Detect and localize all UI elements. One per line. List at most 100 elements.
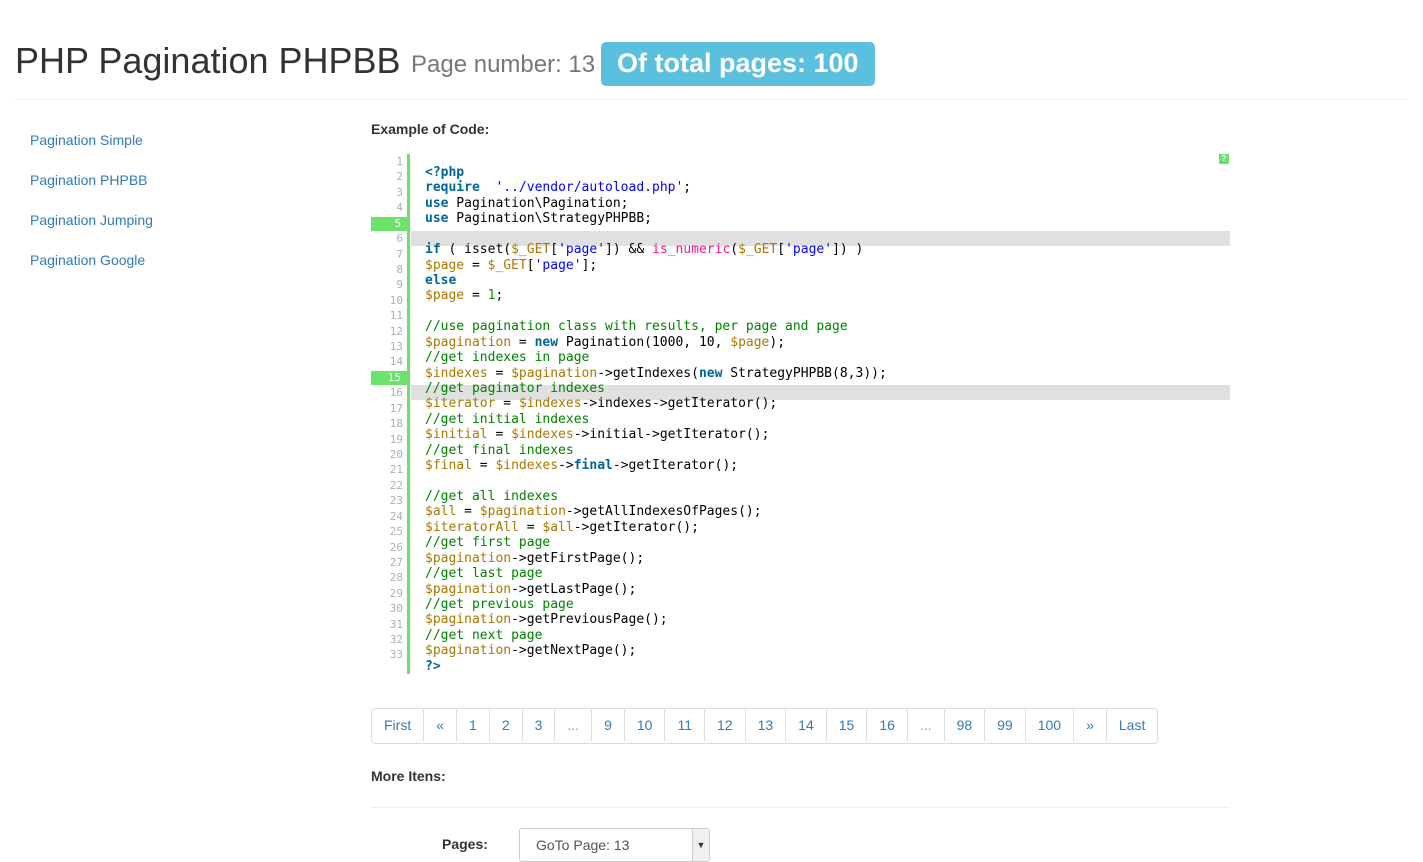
prev-page-link[interactable]: « [423, 709, 456, 741]
code-token: '../vendor/autoload.php' [495, 180, 684, 196]
line-number: 32 [389, 633, 403, 647]
code-token: = [518, 519, 543, 535]
code-token: $_GET [738, 242, 778, 258]
code-line: //get previous page [425, 597, 574, 612]
code-token: = [487, 365, 512, 381]
code-token: ]; [581, 257, 598, 273]
line-number: 5 [371, 216, 407, 231]
line-number: 18 [389, 417, 403, 431]
line-number: 17 [389, 401, 403, 415]
code-token: ->getIterator(); [573, 519, 699, 535]
code-token: ->getAllIndexesOfPages(); [565, 504, 762, 520]
line-number: 4 [396, 201, 403, 215]
code-token: //get previous page [425, 597, 574, 613]
code-token: new [534, 334, 559, 350]
next-page-link[interactable]: » [1073, 709, 1106, 741]
line-number: 22 [389, 478, 403, 492]
line-number: 13 [389, 340, 403, 354]
code-token: $iteratorAll [425, 519, 519, 535]
code-token: <?php [425, 165, 465, 180]
code-token: $page [425, 288, 465, 304]
code-line: //get indexes in page [425, 350, 589, 365]
goto-page-select[interactable]: GoTo Page: 13 ▼ [519, 828, 710, 862]
code-token: = [464, 288, 488, 304]
line-number: 23 [389, 494, 403, 508]
code-line: else [425, 273, 456, 288]
code-token: ->getNextPage(); [511, 643, 637, 659]
code-token: ; [683, 180, 692, 196]
line-number: 27 [389, 555, 403, 569]
line-number: 33 [389, 648, 403, 662]
code-token: require [425, 180, 480, 196]
code-line: ?> [425, 659, 441, 674]
help-icon[interactable]: ? [1219, 154, 1229, 164]
code-line: //get first page [425, 535, 550, 550]
gutter-divider [407, 154, 410, 674]
code-token: //get next page [425, 627, 543, 643]
code-token: $_GET [487, 257, 527, 273]
code-token: $final [425, 458, 472, 474]
page-link-11[interactable]: 11 [664, 709, 704, 741]
code-token: StrategyPHPBB(8,3)); [722, 365, 887, 381]
code-token: [ [550, 242, 559, 258]
code-token: $indexes [425, 365, 488, 381]
code-line: $pagination->getFirstPage(); [425, 551, 644, 566]
sidebar-item-pagination-phpbb[interactable]: Pagination PHPBB [30, 160, 330, 200]
page-link-16[interactable]: 16 [866, 709, 907, 741]
code-token: $initial [425, 427, 488, 443]
line-number: 14 [389, 355, 403, 369]
code-token: //get initial indexes [425, 411, 590, 427]
page-link-99[interactable]: 99 [984, 709, 1025, 741]
code-token: $pagination [425, 581, 512, 597]
page-link-1[interactable]: 1 [456, 709, 489, 741]
line-number: 19 [389, 432, 403, 446]
line-number: 21 [389, 463, 403, 477]
code-line: $pagination->getLastPage(); [425, 582, 636, 597]
code-token: ( [730, 242, 739, 258]
line-number: 10 [389, 293, 403, 307]
code-token: [ [777, 242, 786, 258]
page-header: PHP Pagination PHPBB Page number: 13 Of … [15, 36, 1408, 100]
code-token: = [464, 257, 488, 273]
line-number: 28 [389, 571, 403, 585]
page-link-10[interactable]: 10 [623, 709, 665, 741]
code-line: //get next page [425, 628, 542, 643]
page-link-2[interactable]: 2 [488, 709, 522, 741]
code-token: if [425, 242, 441, 258]
sidebar-item-pagination-google[interactable]: Pagination Google [30, 240, 330, 280]
page-link-3[interactable]: 3 [521, 709, 555, 741]
code-token: use [425, 195, 449, 211]
goto-page-selected-value: GoTo Page: 13 [536, 837, 630, 853]
code-line: use Pagination\StrategyPHPBB; [425, 211, 652, 226]
line-number: 9 [396, 278, 403, 292]
code-token: $_GET [511, 242, 551, 258]
sidebar-item-pagination-jumping[interactable]: Pagination Jumping [30, 200, 330, 240]
code-line: $pagination->getNextPage(); [425, 643, 636, 658]
code-token: = [471, 458, 496, 474]
page-link-14[interactable]: 14 [785, 709, 826, 741]
code-token: ( isset( [440, 242, 512, 258]
code-token: //get paginator indexes [425, 381, 606, 397]
line-number: 24 [389, 509, 403, 523]
code-token: 'page' [558, 242, 606, 258]
page-link-12[interactable]: 12 [704, 709, 745, 741]
code-token: ]) ) [832, 242, 864, 258]
code-token: final [573, 458, 613, 474]
line-number: 6 [396, 232, 403, 246]
page-link-13[interactable]: 13 [744, 709, 786, 741]
code-token: $indexes [495, 458, 559, 474]
code-token: new [698, 365, 723, 381]
chevron-down-icon[interactable]: ▼ [692, 829, 709, 861]
last-page-link[interactable]: Last [1105, 709, 1157, 741]
page-link-100[interactable]: 100 [1024, 709, 1073, 741]
sidebar-item-pagination-simple[interactable]: Pagination Simple [30, 120, 330, 160]
page-link-98[interactable]: 98 [943, 709, 985, 741]
line-number: 12 [389, 324, 403, 338]
code-token: = [495, 396, 519, 412]
page-link-15[interactable]: 15 [825, 709, 867, 741]
code-line: $indexes = $pagination->getIndexes(new S… [425, 366, 887, 381]
page-link-9[interactable]: 9 [591, 709, 624, 741]
first-page-link[interactable]: First [372, 709, 423, 741]
page-title: PHP Pagination PHPBB [15, 40, 401, 81]
code-token: $pagination [425, 334, 512, 350]
